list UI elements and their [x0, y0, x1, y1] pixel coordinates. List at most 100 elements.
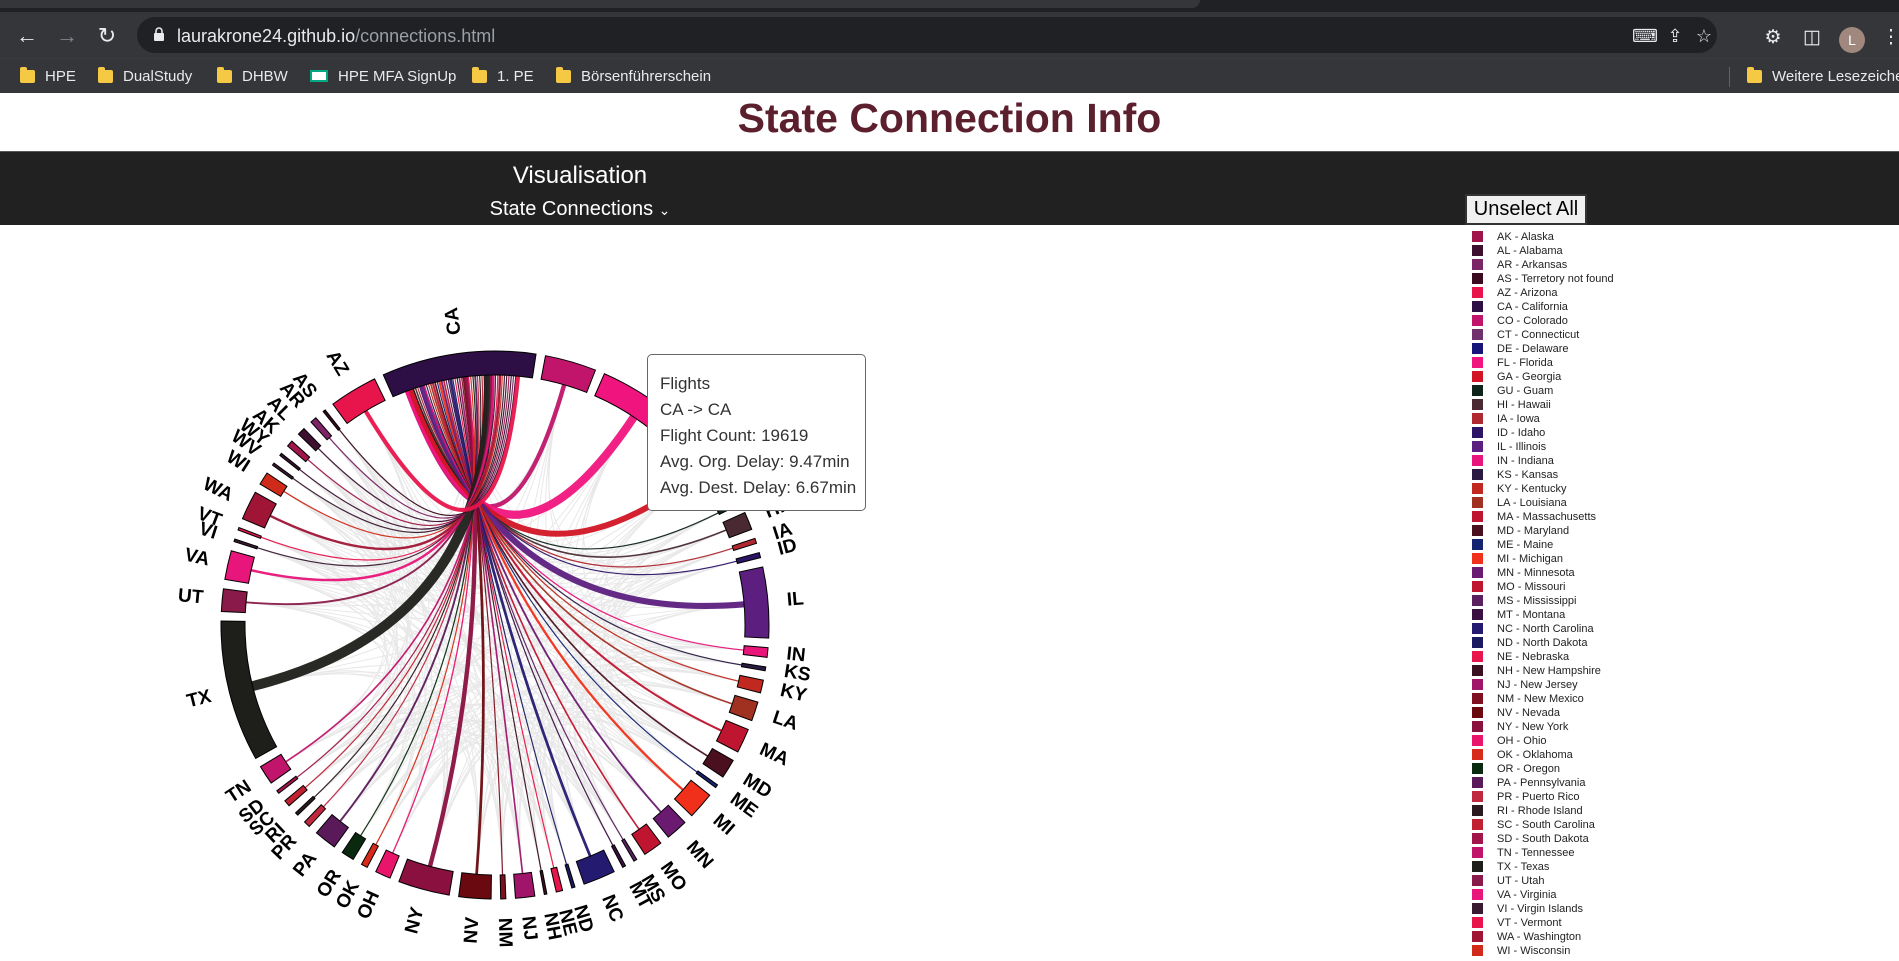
legend-item[interactable]: NJ - New Jersey: [1472, 678, 1772, 692]
state-arc-al[interactable]: [297, 427, 322, 452]
legend-item[interactable]: AZ - Arizona: [1472, 286, 1772, 300]
legend-swatch[interactable]: [1472, 511, 1483, 522]
legend-swatch[interactable]: [1472, 749, 1483, 760]
legend-swatch[interactable]: [1472, 665, 1483, 676]
legend-item[interactable]: MS - Mississippi: [1472, 594, 1772, 608]
legend-item[interactable]: GA - Georgia: [1472, 370, 1772, 384]
url-text[interactable]: laurakrone24.github.io/connections.html: [177, 26, 495, 47]
legend-swatch[interactable]: [1472, 693, 1483, 704]
state-arc-co[interactable]: [540, 355, 597, 394]
legend-item[interactable]: VI - Virgin Islands: [1472, 902, 1772, 916]
legend-item[interactable]: TX - Texas: [1472, 860, 1772, 874]
state-arc-va[interactable]: [224, 550, 255, 584]
legend-item[interactable]: HI - Hawaii: [1472, 398, 1772, 412]
state-arc-pa[interactable]: [315, 813, 350, 848]
legend-swatch[interactable]: [1472, 259, 1483, 270]
bookmark-star-icon[interactable]: ☆: [1694, 26, 1714, 46]
legend-item[interactable]: NM - New Mexico: [1472, 692, 1772, 706]
bookmark-boersen[interactable]: Börsenführerschein: [556, 66, 711, 85]
legend-item[interactable]: WA - Washington: [1472, 930, 1772, 944]
bookmark-hpe-mfa[interactable]: HPE MFA SignUp: [310, 67, 456, 85]
legend-swatch[interactable]: [1472, 721, 1483, 732]
legend-swatch[interactable]: [1472, 539, 1483, 550]
state-arc-me[interactable]: [695, 770, 719, 789]
share-icon[interactable]: ⇪: [1665, 26, 1685, 46]
legend-item[interactable]: KS - Kansas: [1472, 468, 1772, 482]
state-arc-nv[interactable]: [458, 872, 492, 900]
state-arc-tx[interactable]: [220, 620, 278, 760]
state-arc-pr[interactable]: [303, 804, 327, 828]
state-arc-nd[interactable]: [564, 863, 576, 889]
state-arc-ne[interactable]: [550, 866, 564, 893]
legend-item[interactable]: SD - South Dakota: [1472, 832, 1772, 846]
state-arc-ar[interactable]: [310, 416, 333, 441]
legend-swatch[interactable]: [1472, 301, 1483, 312]
state-arc-id[interactable]: [735, 551, 762, 565]
legend-item[interactable]: NV - Nevada: [1472, 706, 1772, 720]
bookmark-dualstudy[interactable]: DualStudy: [98, 66, 192, 85]
legend-swatch[interactable]: [1472, 777, 1483, 788]
state-arc-ma[interactable]: [715, 719, 749, 753]
legend-item[interactable]: NE - Nebraska: [1472, 650, 1772, 664]
legend-item[interactable]: MA - Massachusetts: [1472, 510, 1772, 524]
legend-swatch[interactable]: [1472, 525, 1483, 536]
legend-swatch[interactable]: [1472, 399, 1483, 410]
legend-item[interactable]: NY - New York: [1472, 720, 1772, 734]
state-arc-wi[interactable]: [259, 472, 288, 498]
reload-icon[interactable]: ↻: [95, 24, 119, 48]
visualisation-dropdown[interactable]: State Connections ⌄: [460, 198, 700, 221]
state-arc-az[interactable]: [332, 378, 386, 425]
translate-icon[interactable]: ⌨: [1632, 26, 1658, 46]
legend-swatch[interactable]: [1472, 427, 1483, 438]
state-arc-wa[interactable]: [241, 491, 277, 529]
state-arc-as[interactable]: [322, 409, 341, 431]
state-arc-hi[interactable]: [722, 511, 753, 539]
chord-diagram[interactable]: CAFLGAGUHIIAIDILINKSKYLAMAMDMEMIMNMOMSMT…: [0, 224, 1000, 961]
legend-item[interactable]: MD - Maryland: [1472, 524, 1772, 538]
legend-swatch[interactable]: [1472, 805, 1483, 816]
legend-swatch[interactable]: [1472, 371, 1483, 382]
state-arc-ri[interactable]: [294, 795, 316, 816]
forward-arrow-icon[interactable]: →: [55, 24, 79, 48]
legend-item[interactable]: RI - Rhode Island: [1472, 804, 1772, 818]
legend-swatch[interactable]: [1472, 763, 1483, 774]
state-arc-ak[interactable]: [286, 440, 311, 463]
bookmark-dhbw[interactable]: DHBW: [217, 66, 288, 85]
legend-swatch[interactable]: [1472, 287, 1483, 298]
legend-item[interactable]: MN - Minnesota: [1472, 566, 1772, 580]
state-arc-ks[interactable]: [740, 662, 767, 672]
legend-swatch[interactable]: [1472, 595, 1483, 606]
bookmark-other[interactable]: Weitere Lesezeiche: [1747, 66, 1899, 85]
legend-swatch[interactable]: [1472, 637, 1483, 648]
legend-swatch[interactable]: [1472, 581, 1483, 592]
state-arc-vt[interactable]: [237, 526, 262, 539]
legend-swatch[interactable]: [1472, 791, 1483, 802]
legend-item[interactable]: LA - Louisiana: [1472, 496, 1772, 510]
legend-item[interactable]: OH - Ohio: [1472, 734, 1772, 748]
state-arc-ny[interactable]: [398, 858, 454, 896]
state-arc-mt[interactable]: [610, 844, 627, 869]
state-arc-wv[interactable]: [271, 462, 295, 480]
legend-item[interactable]: OK - Oklahoma: [1472, 748, 1772, 762]
legend-swatch[interactable]: [1472, 917, 1483, 928]
state-arc-sd[interactable]: [276, 775, 299, 795]
side-panel-icon[interactable]: ◫: [1801, 27, 1823, 49]
state-arc-ia[interactable]: [731, 537, 758, 552]
legend-swatch[interactable]: [1472, 735, 1483, 746]
legend-swatch[interactable]: [1472, 889, 1483, 900]
state-arc-tn[interactable]: [259, 753, 292, 784]
legend-swatch[interactable]: [1472, 567, 1483, 578]
state-arc-ms[interactable]: [621, 838, 638, 862]
legend-swatch[interactable]: [1472, 931, 1483, 942]
bookmark-hpe[interactable]: HPE: [20, 66, 76, 85]
legend-item[interactable]: AK - Alaska: [1472, 230, 1772, 244]
legend-item[interactable]: IA - Iowa: [1472, 412, 1772, 426]
state-arc-sc[interactable]: [284, 784, 308, 807]
legend-item[interactable]: CO - Colorado: [1472, 314, 1772, 328]
legend-swatch[interactable]: [1472, 833, 1483, 844]
legend-item[interactable]: SC - South Carolina: [1472, 818, 1772, 832]
legend-swatch[interactable]: [1472, 357, 1483, 368]
legend-swatch[interactable]: [1472, 651, 1483, 662]
state-arc-oh[interactable]: [375, 849, 400, 879]
legend-item[interactable]: IL - Illinois: [1472, 440, 1772, 454]
